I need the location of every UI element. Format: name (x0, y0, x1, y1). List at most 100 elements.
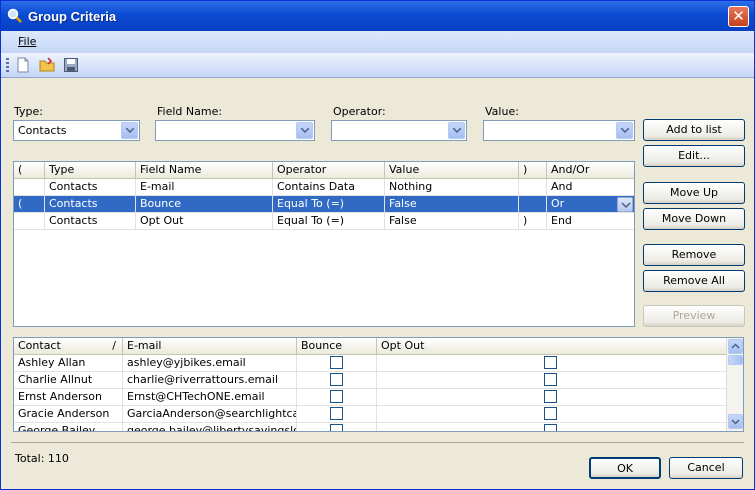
row-bounce-cell (297, 355, 377, 372)
row-email: charlie@riverrattours.email (123, 372, 297, 389)
col-operator[interactable]: Operator (273, 162, 385, 179)
opt-out-checkbox[interactable] (544, 407, 557, 420)
row-contact: Ashley Allan (14, 355, 123, 372)
total-count: Total: 110 (15, 452, 69, 465)
operator-label: Operator: (333, 105, 386, 118)
value-label: Value: (485, 105, 519, 118)
col-contact[interactable]: Contact / (14, 338, 123, 355)
chevron-down-icon[interactable] (616, 122, 633, 139)
vertical-scrollbar[interactable] (726, 338, 743, 431)
save-disk-icon[interactable] (63, 57, 79, 73)
row-type: Contacts (45, 196, 136, 213)
col-opt-out[interactable]: Opt Out (377, 338, 728, 355)
row-email: ashley@yjbikes.email (123, 355, 297, 372)
bounce-checkbox[interactable] (330, 373, 343, 386)
scroll-down-button[interactable] (728, 414, 743, 429)
row-value: Nothing (385, 179, 519, 196)
title-bar[interactable]: Group Criteria ✕ (1, 1, 754, 31)
menu-bar: File (1, 31, 754, 53)
new-document-icon[interactable] (15, 57, 31, 73)
close-button[interactable]: ✕ (728, 6, 749, 27)
row-type: Contacts (45, 213, 136, 230)
sort-indicator: / (112, 339, 116, 352)
open-folder-icon[interactable] (39, 57, 55, 73)
field-name-select[interactable] (155, 120, 315, 141)
col-value[interactable]: Value (385, 162, 519, 179)
scroll-up-button[interactable] (728, 339, 743, 354)
window-title: Group Criteria (28, 8, 117, 24)
move-up-button[interactable]: Move Up (643, 182, 745, 204)
row-and-or: And (547, 179, 634, 196)
magnifier-icon (7, 8, 23, 24)
row-close-paren: ) (519, 213, 547, 230)
ok-button[interactable]: OK (589, 457, 661, 479)
row-email: GarciaAnderson@searchlightcasting.email (123, 406, 297, 423)
field-name-label: Field Name: (157, 105, 223, 118)
row-open-paren (14, 213, 45, 230)
row-open-paren: ( (14, 196, 45, 213)
row-value: False (385, 196, 519, 213)
row-optout-cell (377, 423, 728, 431)
row-field: Bounce (136, 196, 273, 213)
row-value: False (385, 213, 519, 230)
col-type[interactable]: Type (45, 162, 136, 179)
col-email[interactable]: E-mail (123, 338, 297, 355)
col-open-paren[interactable]: ( (14, 162, 45, 179)
row-type: Contacts (45, 179, 136, 196)
row-email: Ernst@CHTechONE.email (123, 389, 297, 406)
row-and-or: End (547, 213, 634, 230)
type-select-value: Contacts (18, 124, 67, 137)
value-select[interactable] (483, 120, 635, 141)
bounce-checkbox[interactable] (330, 424, 343, 431)
row-operator: Contains Data (273, 179, 385, 196)
row-optout-cell (377, 406, 728, 423)
col-bounce[interactable]: Bounce (297, 338, 377, 355)
bounce-checkbox[interactable] (330, 407, 343, 420)
row-contact: Ernst Anderson (14, 389, 123, 406)
row-operator: Equal To (=) (273, 196, 385, 213)
row-optout-cell (377, 389, 728, 406)
type-label: Type: (14, 105, 43, 118)
cancel-button[interactable]: Cancel (669, 457, 743, 479)
edit-button[interactable]: Edit... (643, 145, 745, 167)
opt-out-checkbox[interactable] (544, 356, 557, 369)
row-bounce-cell (297, 389, 377, 406)
menu-file[interactable]: File (18, 35, 36, 48)
preview-button[interactable]: Preview (643, 305, 745, 327)
criteria-grid[interactable]: ( Type Field Name Operator Value ) And/O… (13, 161, 635, 327)
add-to-list-button[interactable]: Add to list (643, 119, 745, 141)
row-operator: Equal To (=) (273, 213, 385, 230)
opt-out-checkbox[interactable] (544, 390, 557, 403)
separator (11, 442, 744, 443)
toolbar-grip[interactable] (6, 58, 9, 72)
operator-select[interactable] (331, 120, 467, 141)
group-criteria-dialog: Group Criteria ✕ File Type: Field Name: … (0, 0, 755, 490)
remove-button[interactable]: Remove (643, 244, 745, 266)
opt-out-checkbox[interactable] (544, 373, 557, 386)
row-field: E-mail (136, 179, 273, 196)
row-bounce-cell (297, 372, 377, 389)
row-close-paren (519, 196, 547, 213)
toolbar (1, 53, 754, 78)
col-close-paren[interactable]: ) (519, 162, 547, 179)
col-and-or[interactable]: And/Or (547, 162, 634, 179)
scroll-thumb[interactable] (728, 355, 743, 365)
results-grid[interactable]: Contact / E-mail Bounce Opt Out Ashley A… (13, 337, 744, 432)
bounce-checkbox[interactable] (330, 390, 343, 403)
row-contact: Gracie Anderson (14, 406, 123, 423)
chevron-down-icon[interactable] (296, 122, 313, 139)
opt-out-checkbox[interactable] (544, 424, 557, 431)
row-optout-cell (377, 355, 728, 372)
chevron-down-icon[interactable] (121, 122, 138, 139)
move-down-button[interactable]: Move Down (643, 208, 745, 230)
row-contact: George Bailey (14, 423, 123, 431)
bounce-checkbox[interactable] (330, 356, 343, 369)
col-contact-label: Contact (18, 339, 61, 352)
row-field: Opt Out (136, 213, 273, 230)
and-or-dropdown-button[interactable] (617, 197, 633, 212)
row-contact: Charlie Allnut (14, 372, 123, 389)
type-select[interactable]: Contacts (13, 120, 140, 141)
col-field-name[interactable]: Field Name (136, 162, 273, 179)
remove-all-button[interactable]: Remove All (643, 270, 745, 292)
chevron-down-icon[interactable] (448, 122, 465, 139)
